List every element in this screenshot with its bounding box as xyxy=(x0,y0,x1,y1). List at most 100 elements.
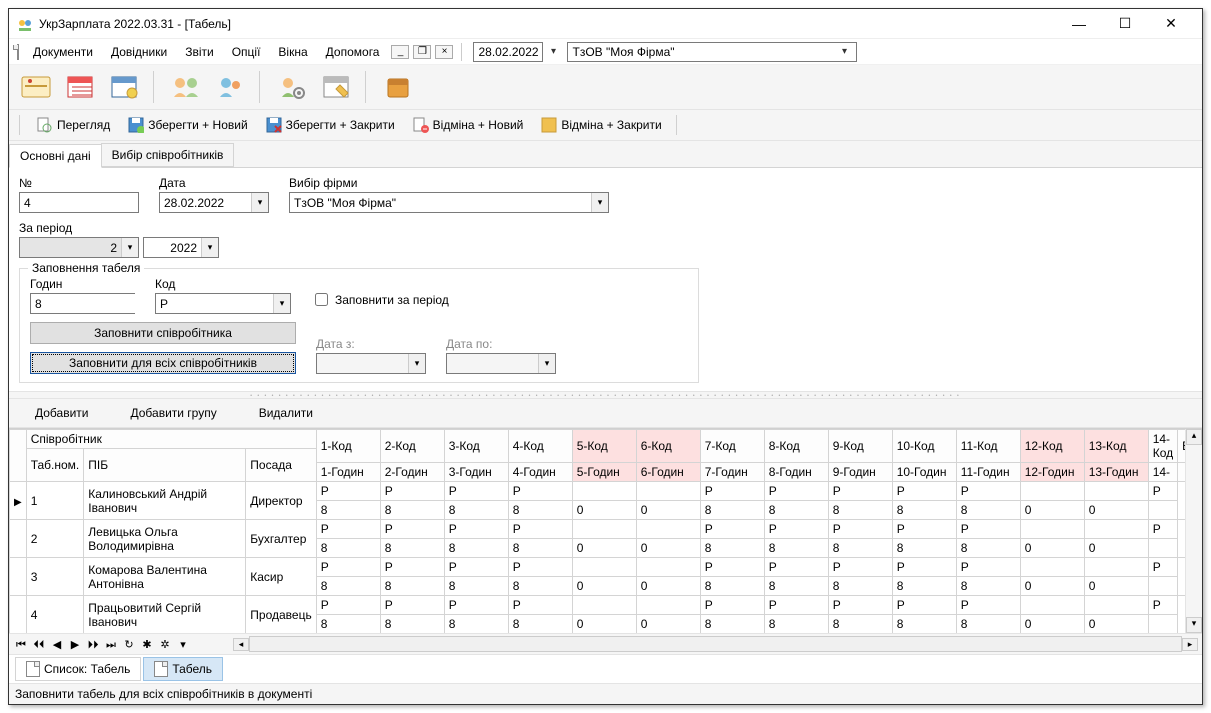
cell-day-hours[interactable]: 0 xyxy=(1020,501,1084,520)
cell-day-hours[interactable]: 0 xyxy=(572,577,636,596)
row-indicator[interactable]: ▶ xyxy=(10,482,27,520)
nav-last-icon[interactable]: ⏭ xyxy=(103,636,119,652)
fill-employee-button[interactable]: Заповнити співробітника xyxy=(30,322,296,344)
cancel-new-button[interactable]: Відміна + Новий xyxy=(407,114,530,136)
scroll-up-icon[interactable]: ▴ xyxy=(1186,429,1202,445)
col-day-hours[interactable]: 5-Годин xyxy=(572,463,636,482)
cell-day-hours[interactable]: 0 xyxy=(572,539,636,558)
nav-filter-icon[interactable]: ▾ xyxy=(175,636,191,652)
top-firm-select[interactable]: ТзОВ "Моя Фірма" ▾ xyxy=(567,42,857,62)
cell-day-code[interactable]: Р xyxy=(892,482,956,501)
cell-day-hours[interactable]: 8 xyxy=(700,577,764,596)
cell-day-hours[interactable]: 8 xyxy=(764,501,828,520)
cell-day-code[interactable]: Р xyxy=(1148,596,1177,615)
cell-day-hours[interactable] xyxy=(1148,501,1177,520)
cell-day-code[interactable]: Р xyxy=(316,596,380,615)
cell-day-hours[interactable]: 8 xyxy=(828,539,892,558)
cell-pib[interactable]: Калиновський Андрій Іванович xyxy=(84,482,246,520)
cell-posada[interactable]: Продавець xyxy=(246,596,316,634)
cell-day-code[interactable] xyxy=(1020,558,1084,577)
period-month-select[interactable]: 2▾ xyxy=(19,237,139,258)
cell-day-hours[interactable]: 0 xyxy=(1084,501,1148,520)
row-indicator[interactable] xyxy=(10,596,27,634)
col-day-hours[interactable]: 1-Годин xyxy=(316,463,380,482)
cell-day-code[interactable]: Р xyxy=(508,520,572,539)
code-select[interactable]: Р▾ xyxy=(155,293,291,314)
cell-day-code[interactable]: Р xyxy=(828,596,892,615)
cell-day-code[interactable] xyxy=(636,482,700,501)
num-input[interactable] xyxy=(19,192,139,213)
col-day-code[interactable]: 12-Код xyxy=(1020,430,1084,463)
col-day-code[interactable]: 7-Код xyxy=(700,430,764,463)
minimize-button[interactable]: — xyxy=(1056,9,1102,39)
cell-day-code[interactable]: Р xyxy=(892,596,956,615)
col-day-hours[interactable]: 14- xyxy=(1148,463,1177,482)
toolbar-calendar-blue-icon[interactable] xyxy=(107,70,141,104)
toolbar-people-group-icon[interactable] xyxy=(169,70,203,104)
col-vi[interactable]: Ві xyxy=(1178,430,1185,463)
cell-day-code[interactable]: Р xyxy=(380,558,444,577)
maximize-button[interactable]: ☐ xyxy=(1102,9,1148,39)
toolbar-calendar-edit-icon[interactable] xyxy=(319,70,353,104)
cell-day-code[interactable] xyxy=(572,482,636,501)
cell-day-code[interactable] xyxy=(572,558,636,577)
cell-day-code[interactable]: Р xyxy=(380,520,444,539)
cell-day-hours[interactable] xyxy=(1148,615,1177,634)
cell-day-code[interactable] xyxy=(572,596,636,615)
cell-day-code[interactable]: Р xyxy=(892,558,956,577)
cell-day-hours[interactable]: 0 xyxy=(636,577,700,596)
cell-day-hours[interactable]: 8 xyxy=(828,501,892,520)
vertical-scrollbar[interactable]: ▴ ▾ xyxy=(1185,429,1202,633)
cell-day-hours[interactable]: 8 xyxy=(892,501,956,520)
col-day-code[interactable]: 4-Код xyxy=(508,430,572,463)
toolbar-calendar-red-icon[interactable] xyxy=(63,70,97,104)
table-row[interactable]: 4Працьовитий Сергій ІвановичПродавецьРРР… xyxy=(10,596,1186,615)
mdi-restore-icon[interactable]: ❐ xyxy=(413,45,431,59)
col-day-code[interactable]: 2-Код xyxy=(380,430,444,463)
scroll-right-icon[interactable]: ▸ xyxy=(1182,638,1198,651)
menu-new-doc-icon[interactable] xyxy=(17,45,19,59)
cell-day-code[interactable]: Р xyxy=(956,596,1020,615)
cell-day-code[interactable] xyxy=(1020,482,1084,501)
cell-day-hours[interactable]: 8 xyxy=(956,501,1020,520)
cell-day-code[interactable] xyxy=(1084,558,1148,577)
cell-day-hours[interactable]: 8 xyxy=(764,615,828,634)
table-row[interactable]: ▶1Калиновський Андрій ІвановичДиректорРР… xyxy=(10,482,1186,501)
tab-main-data[interactable]: Основні дані xyxy=(9,144,102,168)
col-day-hours[interactable]: 12-Годин xyxy=(1020,463,1084,482)
col-pib[interactable]: ПІБ xyxy=(84,449,246,482)
cell-day-hours[interactable]: 8 xyxy=(508,501,572,520)
col-day-hours[interactable]: 4-Годин xyxy=(508,463,572,482)
nav-prev-icon[interactable]: ◀ xyxy=(49,636,65,652)
cell-day-hours[interactable]: 0 xyxy=(572,615,636,634)
cell-day-hours[interactable]: 0 xyxy=(636,615,700,634)
cell-day-code[interactable]: Р xyxy=(956,558,1020,577)
nav-next-icon[interactable]: ▶ xyxy=(67,636,83,652)
col-day-code[interactable]: 3-Код xyxy=(444,430,508,463)
cell-day-code[interactable]: Р xyxy=(828,482,892,501)
scroll-down-icon[interactable]: ▾ xyxy=(1186,617,1202,633)
nav-first-icon[interactable]: ⏮ xyxy=(13,636,29,652)
cell-day-hours[interactable]: 0 xyxy=(636,539,700,558)
col-day-hours[interactable]: 7-Годин xyxy=(700,463,764,482)
cell-day-code[interactable]: Р xyxy=(444,520,508,539)
cell-day-hours[interactable]: 8 xyxy=(380,501,444,520)
cell-day-code[interactable]: Р xyxy=(764,558,828,577)
nav-bookmark-icon[interactable]: ✱ xyxy=(139,636,155,652)
cell-day-code[interactable]: Р xyxy=(764,520,828,539)
cell-tabnum[interactable]: 3 xyxy=(26,558,84,596)
row-indicator[interactable] xyxy=(10,558,27,596)
cell-day-code[interactable]: Р xyxy=(828,520,892,539)
cell-day-code[interactable] xyxy=(1020,596,1084,615)
col-day-hours[interactable]: 11-Годин xyxy=(956,463,1020,482)
cell-day-code[interactable] xyxy=(572,520,636,539)
cell-day-code[interactable] xyxy=(1020,520,1084,539)
cell-day-hours[interactable]: 8 xyxy=(316,539,380,558)
scroll-left-icon[interactable]: ◂ xyxy=(233,638,249,651)
cell-day-hours[interactable]: 0 xyxy=(1084,615,1148,634)
save-new-button[interactable]: Зберегти + Новий xyxy=(122,114,253,136)
cell-pib[interactable]: Комарова Валентина Антонівна xyxy=(84,558,246,596)
chevron-down-icon[interactable]: ▾ xyxy=(545,46,561,57)
cell-day-code[interactable]: Р xyxy=(316,558,380,577)
cell-day-hours[interactable]: 8 xyxy=(892,539,956,558)
